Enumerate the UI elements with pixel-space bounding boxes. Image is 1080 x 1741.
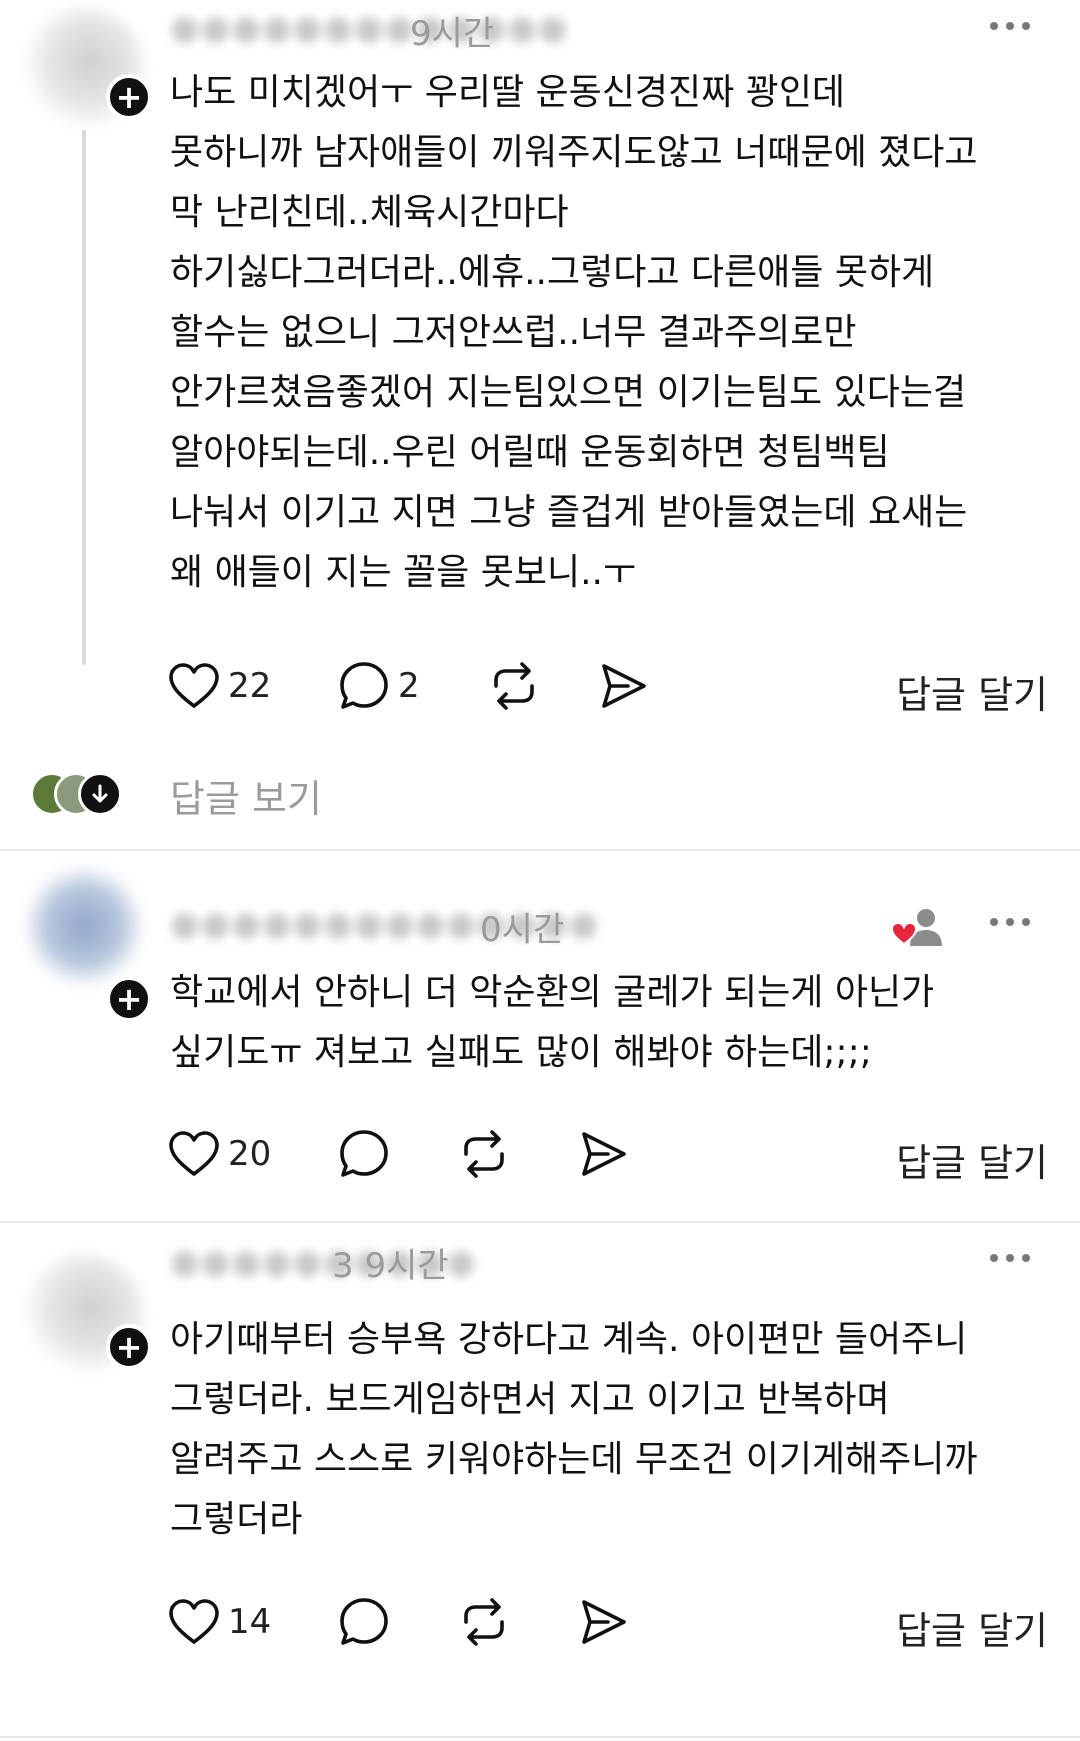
like-button[interactable]: 14 [168, 1594, 271, 1650]
post-time: 0시간 [480, 910, 565, 950]
comment-post-2: + ●●●●●●●●●●●●●● 0시간 학교에서 안하니 더 악순환의 굴레가… [0, 852, 1080, 1220]
comment-line: 안가르쳤음좋겠어 지는팀있으면 이기는팀도 있다는걸 [170, 372, 967, 413]
like-button[interactable]: 20 [168, 1126, 271, 1182]
write-reply-link[interactable]: 답글 달기 [896, 1600, 1048, 1655]
write-reply-link[interactable]: 답글 달기 [896, 664, 1048, 719]
comment-line: 싶기도ㅠ 져보고 실패도 많이 해봐야 하는데;;;; [170, 1032, 872, 1073]
repost-button[interactable] [458, 1594, 510, 1650]
comment-line: 학교에서 안하니 더 악순환의 굴레가 되는게 아닌가 [170, 972, 935, 1013]
write-reply-link[interactable]: 답글 달기 [896, 1132, 1048, 1187]
share-button[interactable] [578, 1594, 630, 1650]
share-button[interactable] [598, 658, 650, 714]
like-count: 14 [228, 1602, 272, 1642]
share-button[interactable] [578, 1126, 630, 1182]
comment-line: 아기때부터 승부욕 강하다고 계속. 아이편만 들어주니 [170, 1319, 968, 1360]
action-bar: 14 답글 달기 [168, 1594, 1048, 1653]
comment-line: 나도 미치겠어ㅜ 우리딸 운동신경진짜 꽝인데 [170, 72, 846, 113]
view-replies-label[interactable]: 답글 보기 [170, 768, 322, 823]
comment-post-3: + ●●●●●●●●●● 3 9시간 아기때부터 승부욕 강하다고 계속. 아이… [0, 1224, 1080, 1734]
reply-avatar [78, 772, 122, 816]
comment-line: 할수는 없으니 그저안쓰럽..너무 결과주의로만 [170, 312, 857, 353]
action-bar: 20 답글 달기 [168, 1126, 1048, 1185]
like-count: 20 [228, 1134, 272, 1174]
comment-icon [340, 1598, 388, 1645]
more-options-icon[interactable] [990, 22, 1030, 34]
comment-line: 알아야되는데..우린 어릴때 운동회하면 청팀백팀 [170, 432, 890, 473]
comment-button[interactable]: 2 [338, 658, 420, 714]
repost-icon [494, 662, 534, 710]
more-options-icon[interactable] [990, 918, 1030, 930]
repost-icon [464, 1598, 504, 1646]
comment-button[interactable] [338, 1594, 390, 1650]
heart-icon [169, 663, 219, 708]
reply-count: 2 [398, 666, 420, 706]
repost-button[interactable] [458, 1126, 510, 1182]
comment-button[interactable] [338, 1126, 390, 1182]
comment-body: 나도 미치겠어ㅜ 우리딸 운동신경진짜 꽝인데 못하니까 남자애들이 끼워주지도… [170, 63, 1050, 603]
comment-line: 못하니까 남자애들이 끼워주지도않고 너때문에 졌다고 [170, 132, 978, 173]
repost-button[interactable] [488, 658, 540, 714]
comment-line: 알려주고 스스로 키워야하는데 무조건 이기게해주니까 [170, 1439, 978, 1480]
comment-line: 하기싫다그러더라..에휴..그렇다고 다른애들 못하게 [170, 252, 935, 293]
like-button[interactable]: 22 [168, 658, 271, 714]
follow-plus-icon[interactable]: + [106, 74, 152, 120]
action-bar: 22 2 답글 달기 [168, 658, 1048, 717]
username-redacted[interactable]: ●●●●●●●●●●●●● [170, 8, 569, 48]
liked-by-author-icon [890, 898, 946, 954]
avatar[interactable] [24, 866, 144, 986]
arrow-down-icon [92, 784, 108, 803]
post-time: 9시간 [410, 14, 495, 54]
post-time: 3 9시간 [332, 1246, 449, 1286]
thread-line [82, 130, 86, 665]
comment-body: 학교에서 안하니 더 악순환의 굴레가 되는게 아닌가 싶기도ㅠ 져보고 실패도… [170, 963, 1050, 1083]
comment-body: 아기때부터 승부욕 강하다고 계속. 아이편만 들어주니 그렇더라. 보드게임하… [170, 1310, 1050, 1550]
more-options-icon[interactable] [990, 1254, 1030, 1266]
comment-line: 막 난리친데..체육시간마다 [170, 192, 569, 233]
share-icon [582, 1600, 626, 1644]
repost-icon [464, 1130, 504, 1178]
heart-icon [169, 1599, 219, 1644]
comment-icon [340, 662, 388, 709]
comment-line: 그렇더라 [170, 1499, 303, 1540]
comment-icon [340, 1130, 388, 1177]
comment-line: 그렇더라. 보드게임하면서 지고 이기고 반복하며 [170, 1379, 890, 1420]
comment-line: 왜 애들이 지는 꼴을 못보니..ㅜ [170, 552, 637, 593]
follow-plus-icon[interactable]: + [106, 1324, 152, 1370]
heart-icon [169, 1131, 219, 1176]
follow-plus-icon[interactable]: + [106, 976, 152, 1022]
divider [0, 849, 1080, 851]
comment-post-1: + ●●●●●●●●●●●●● 9시간 나도 미치겠어ㅜ 우리딸 운동신경진짜 … [0, 0, 1080, 760]
divider [0, 1221, 1080, 1223]
share-icon [602, 664, 646, 708]
divider [0, 1736, 1080, 1738]
share-icon [582, 1132, 626, 1176]
comment-line: 나눠서 이기고 지면 그냥 즐겁게 받아들였는데 요새는 [170, 492, 968, 533]
like-count: 22 [228, 666, 272, 706]
